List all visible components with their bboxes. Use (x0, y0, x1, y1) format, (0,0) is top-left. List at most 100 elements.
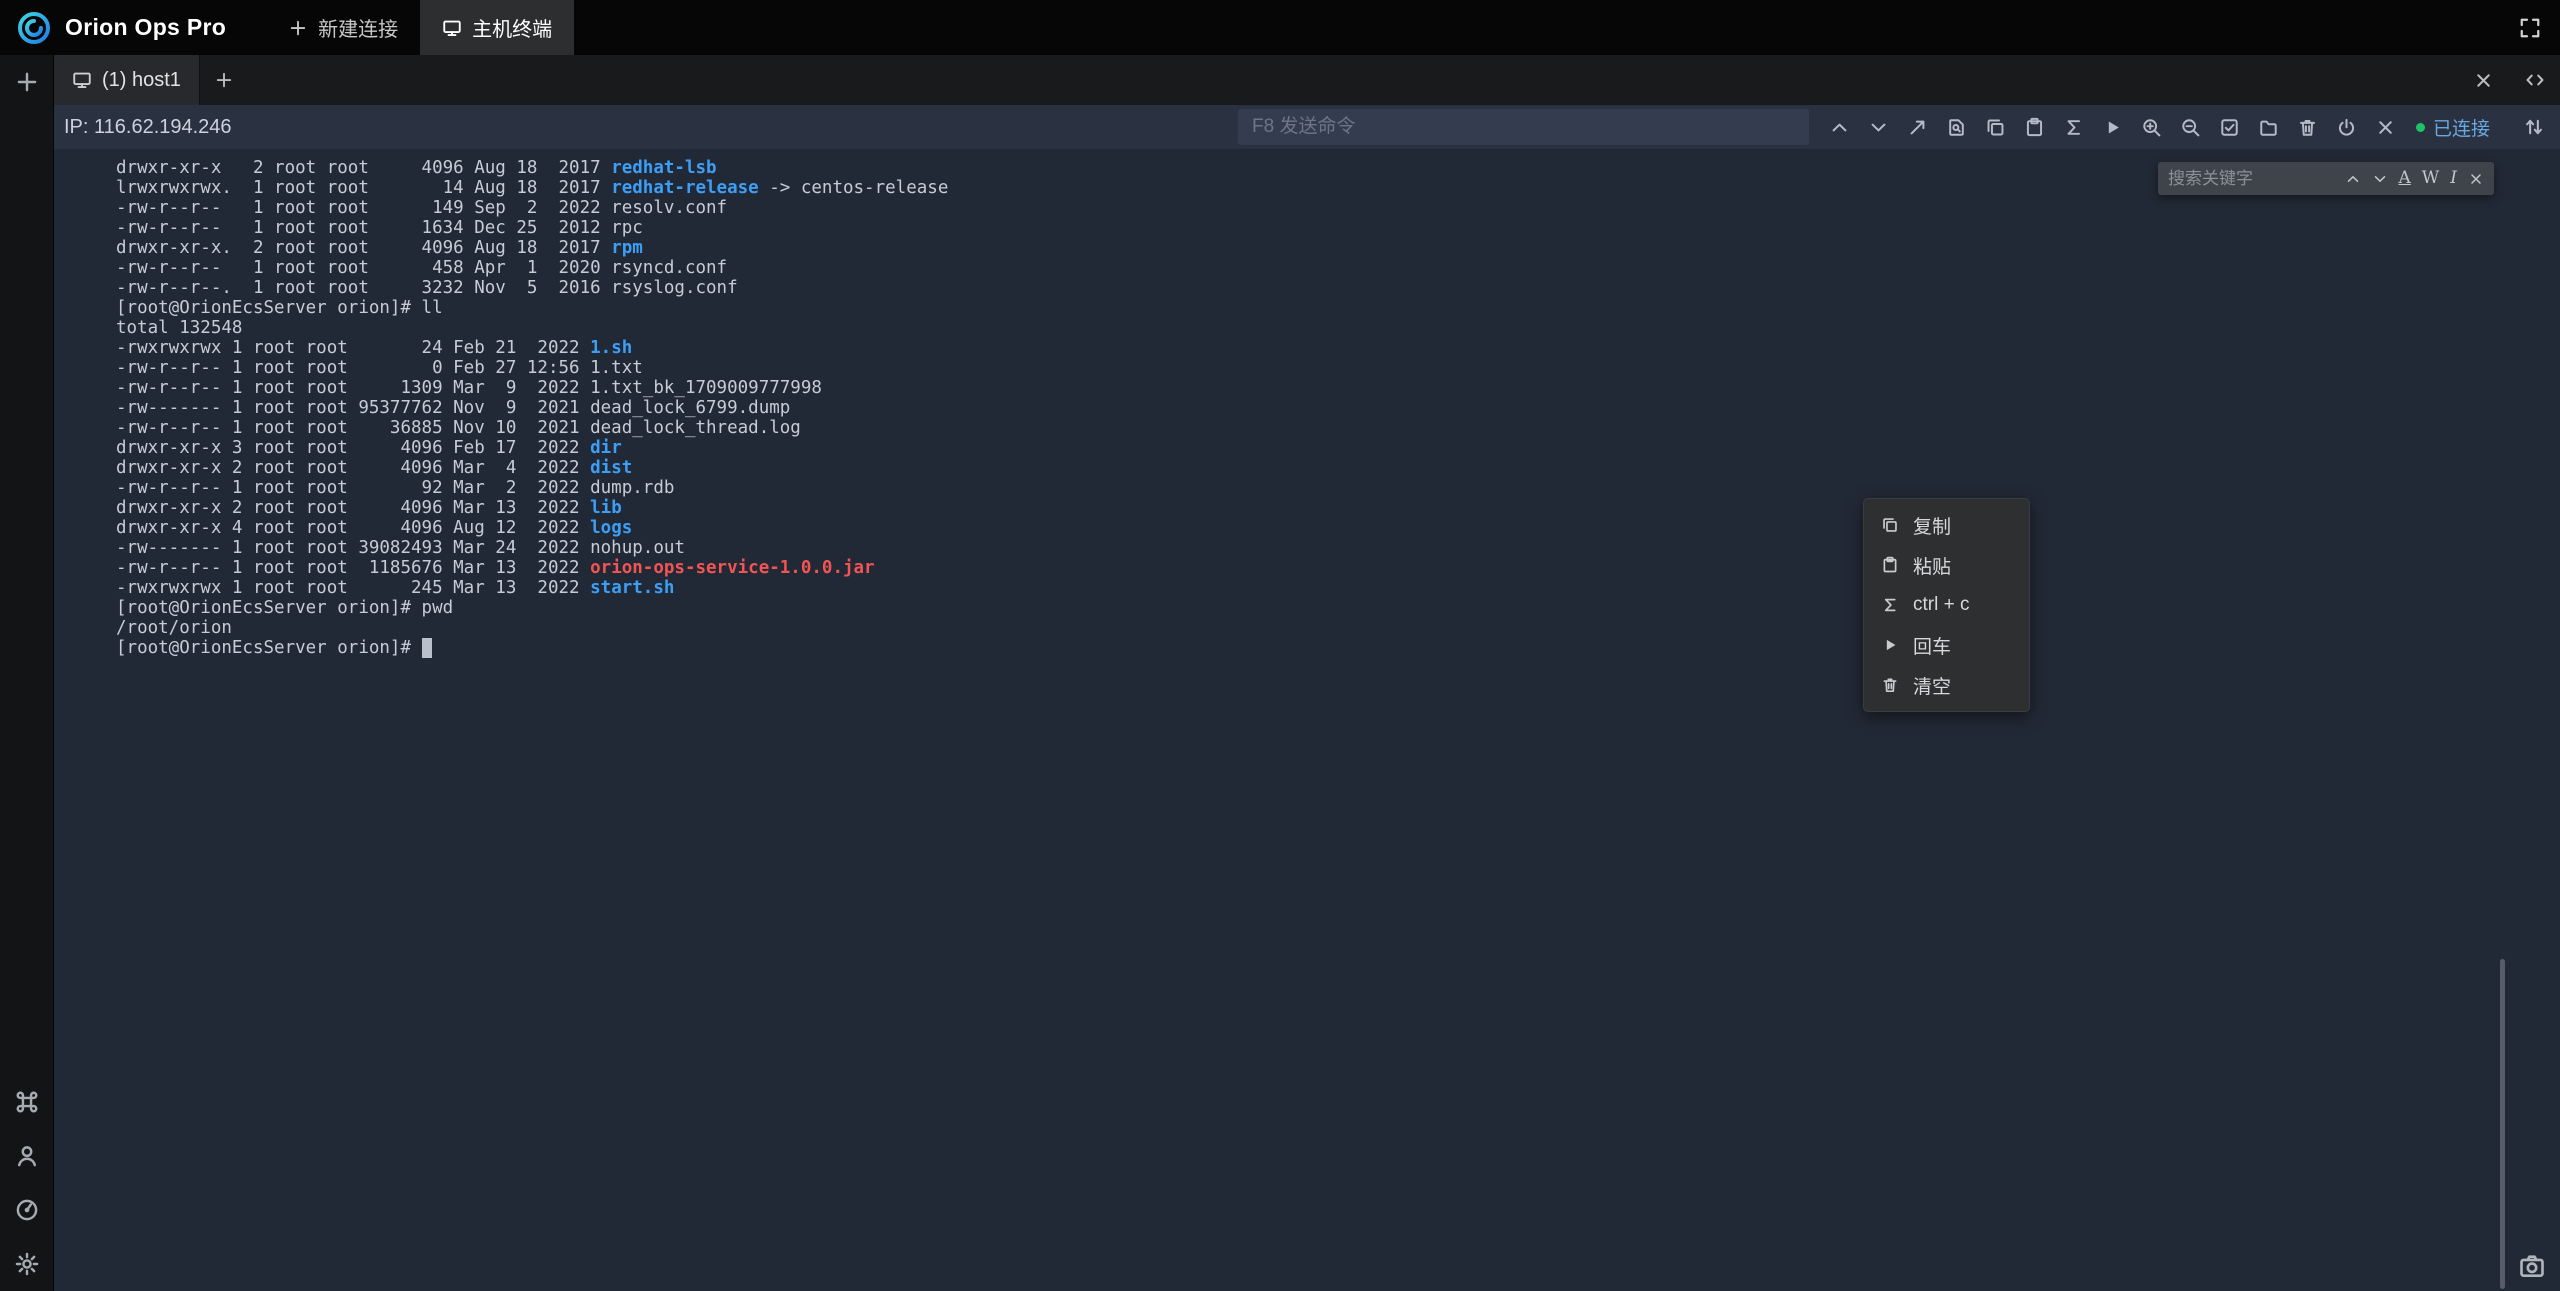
status-label: 已连接 (2433, 114, 2490, 141)
terminal-line: -rw------- 1 root root 39082493 Mar 24 2… (116, 538, 948, 558)
terminal-line: drwxr-xr-x 2 root root 4096 Aug 18 2017 … (116, 158, 948, 178)
zoom-out-icon[interactable] (2180, 117, 2201, 138)
top-nav: 新建连接 主机终端 (266, 0, 574, 55)
play-icon (1881, 636, 1899, 654)
copy-icon[interactable] (1985, 117, 2006, 138)
screenshot-icon[interactable] (2518, 1252, 2546, 1280)
host-terminal-label: 主机终端 (472, 13, 552, 42)
terminal-output[interactable]: drwxr-xr-x 2 root root 4096 Aug 18 2017 … (116, 158, 948, 658)
context-menu-label: 粘贴 (1913, 552, 1951, 579)
sigma-icon (1881, 596, 1899, 614)
user-icon[interactable] (14, 1143, 40, 1169)
paste-icon (1881, 556, 1899, 574)
add-tab-icon[interactable] (214, 70, 234, 90)
zoom-in-icon[interactable] (2141, 117, 2162, 138)
close-icon[interactable] (2375, 117, 2396, 138)
terminal-icon (442, 18, 462, 38)
context-menu-label: 回车 (1913, 632, 1951, 659)
terminal-line: drwxr-xr-x 2 root root 4096 Mar 4 2022 d… (116, 458, 948, 478)
connection-status: 已连接 (2416, 105, 2490, 149)
status-dot (2416, 123, 2425, 132)
whole-word-toggle[interactable]: W (2422, 170, 2439, 187)
terminal-line: drwxr-xr-x 2 root root 4096 Mar 13 2022 … (116, 498, 948, 518)
terminal-line: -rw------- 1 root root 95377762 Nov 9 20… (116, 398, 948, 418)
terminal-line: -rw-r--r-- 1 root root 92 Mar 2 2022 dum… (116, 478, 948, 498)
context-menu-item-copy[interactable]: 复制 (1864, 505, 2029, 545)
terminal-line: lrwxrwxrwx. 1 root root 14 Aug 18 2017 r… (116, 178, 948, 198)
terminal-line: total 132548 (116, 318, 948, 338)
play-icon[interactable] (2102, 117, 2123, 138)
terminal-line: -rwxrwxrwx 1 root root 24 Feb 21 2022 1.… (116, 338, 948, 358)
context-menu-item-sigma[interactable]: ctrl + c (1864, 585, 2029, 625)
terminal-toolbar (1829, 105, 2396, 149)
search-toggles: AWI (2399, 170, 2457, 187)
context-menu-item-play[interactable]: 回车 (1864, 625, 2029, 665)
terminal-toolbar-row: IP: 116.62.194.246 已连接 (54, 105, 2560, 149)
add-connection-icon[interactable] (14, 69, 40, 95)
terminal-line: -rw-r--r-- 1 root root 36885 Nov 10 2021… (116, 418, 948, 438)
terminal-line: [root@OrionEcsServer orion]# pwd (116, 598, 948, 618)
ip-address: IP: 116.62.194.246 (64, 116, 232, 139)
terminal-line: drwxr-xr-x 3 root root 4096 Feb 17 2022 … (116, 438, 948, 458)
regex-toggle[interactable]: I (2450, 170, 2457, 187)
expand-icon[interactable] (1907, 117, 1928, 138)
search-prev-icon[interactable] (2345, 171, 2361, 187)
terminal-line: -rw-r--r--. 1 root root 3232 Nov 5 2016 … (116, 278, 948, 298)
terminal-tab-bar: (1) host1 (54, 55, 2560, 105)
power-icon[interactable] (2336, 117, 2357, 138)
settings-icon[interactable] (14, 1251, 40, 1277)
dashboard-icon[interactable] (14, 1197, 40, 1223)
terminal-line: drwxr-xr-x 4 root root 4096 Aug 12 2022 … (116, 518, 948, 538)
search-input[interactable] (2168, 169, 2334, 189)
host-terminal-nav-tab[interactable]: 主机终端 (420, 0, 574, 55)
terminal-line: -rw-r--r-- 1 root root 0 Feb 27 12:56 1.… (116, 358, 948, 378)
command-icon[interactable] (14, 1089, 40, 1115)
terminal-search: AWI (2158, 162, 2494, 195)
context-menu-item-paste[interactable]: 粘贴 (1864, 545, 2029, 585)
context-menu-label: 清空 (1913, 672, 1951, 699)
copy-icon (1881, 516, 1899, 534)
folder-icon[interactable] (2258, 117, 2279, 138)
code-panel-icon[interactable] (2524, 69, 2546, 91)
terminal-line: -rw-r--r-- 1 root root 458 Apr 1 2020 rs… (116, 258, 948, 278)
paste-icon[interactable] (2024, 117, 2045, 138)
fullscreen-icon[interactable] (2518, 16, 2542, 40)
command-input[interactable] (1238, 109, 1809, 145)
swap-vertical-icon[interactable] (2523, 116, 2545, 138)
tab-host1-label: (1) host1 (102, 69, 181, 92)
trash-icon (1881, 676, 1899, 694)
file-search-icon[interactable] (1946, 117, 1967, 138)
sidebar-bottom-icons (14, 1089, 40, 1277)
app-window: Orion Ops Pro 新建连接 主机终端 ( (0, 0, 2560, 1291)
context-menu-label: 复制 (1913, 512, 1951, 539)
terminal-line: -rwxrwxrwx 1 root root 245 Mar 13 2022 s… (116, 578, 948, 598)
sigma-icon[interactable] (2063, 117, 2084, 138)
terminal-line: [root@OrionEcsServer orion]# ll (116, 298, 948, 318)
check-square-icon[interactable] (2219, 117, 2240, 138)
terminal-line: -rw-r--r-- 1 root root 149 Sep 2 2022 re… (116, 198, 948, 218)
match-case-toggle[interactable]: A (2399, 170, 2411, 187)
context-menu-item-trash[interactable]: 清空 (1864, 665, 2029, 705)
close-terminal-icon[interactable] (2473, 70, 2494, 91)
terminal-pane: drwxr-xr-x 2 root root 4096 Aug 18 2017 … (54, 149, 2560, 1291)
terminal-icon (72, 70, 92, 90)
search-next-icon[interactable] (2372, 171, 2388, 187)
context-menu-label: ctrl + c (1913, 594, 1969, 616)
tabrow-spacer (234, 55, 2473, 105)
chevron-up-icon[interactable] (1829, 117, 1850, 138)
new-connection-button[interactable]: 新建连接 (266, 0, 420, 55)
terminal-line: -rw-r--r-- 1 root root 1634 Dec 25 2012 … (116, 218, 948, 238)
terminal-line: /root/orion (116, 618, 948, 638)
terminal-line: [root@OrionEcsServer orion]# (116, 638, 948, 658)
plus-icon (288, 18, 308, 38)
search-close-icon[interactable] (2468, 171, 2484, 187)
terminal-scrollbar[interactable] (2500, 959, 2505, 1289)
trash-icon[interactable] (2297, 117, 2318, 138)
left-sidebar (0, 55, 54, 1291)
tab-host1[interactable]: (1) host1 (54, 55, 200, 105)
terminal-line: -rw-r--r-- 1 root root 1185676 Mar 13 20… (116, 558, 948, 578)
new-connection-label: 新建连接 (318, 13, 398, 42)
terminal-line: -rw-r--r-- 1 root root 1309 Mar 9 2022 1… (116, 378, 948, 398)
main-area: (1) host1 IP: 116.62.194.246 已连接 (0, 55, 2560, 1291)
chevron-down-icon[interactable] (1868, 117, 1889, 138)
